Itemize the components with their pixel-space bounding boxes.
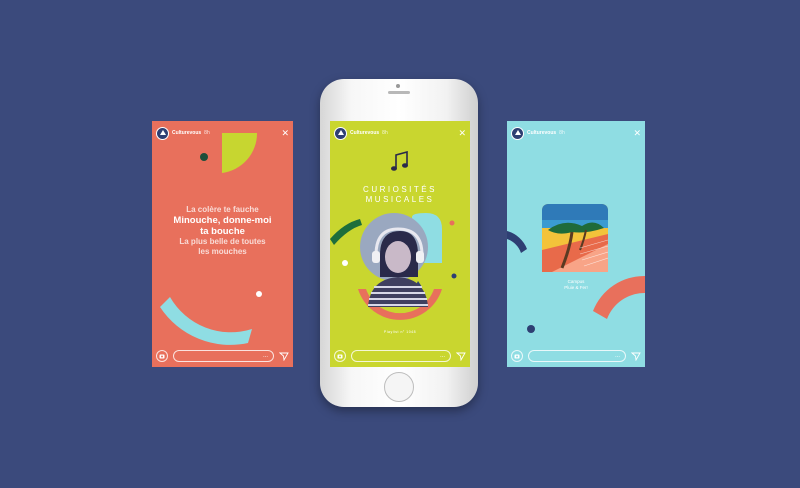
front-camera [396, 84, 400, 88]
post-time: 8h [204, 130, 210, 136]
story-header: Culturevous 8h ✕ [334, 126, 466, 140]
story-right: Culturevous 8h ✕ Campus Pluie & Fer! ... [507, 121, 645, 367]
album-caption: Campus Pluie & Fer! [507, 279, 645, 291]
message-input[interactable]: ... [528, 350, 626, 362]
poem-line: ta bouche [200, 226, 245, 237]
story-title: CURIOSITÉS MUSICALES [330, 185, 470, 205]
username[interactable]: Culturevous [172, 130, 201, 136]
story-header: Culturevous 8h ✕ [511, 126, 641, 140]
playlist-caption: Playlist n° 1048 [383, 330, 417, 334]
music-note-icon [391, 151, 408, 171]
story-header: Culturevous 8h ✕ [156, 126, 289, 140]
close-icon[interactable]: ✕ [458, 128, 466, 138]
username[interactable]: Culturevous [527, 130, 556, 136]
album-artist: Pluie & Fer! [564, 285, 588, 290]
reply-bar: ... [156, 350, 289, 362]
title-line: MUSICALES [365, 195, 435, 204]
post-time: 8h [382, 130, 388, 136]
speaker-grille [388, 91, 410, 94]
reply-bar: ... [334, 350, 466, 362]
avatar-logo-icon[interactable] [156, 126, 169, 140]
send-icon[interactable] [279, 351, 289, 361]
avatar-logo-icon[interactable] [511, 126, 524, 140]
reply-bar: ... [511, 350, 641, 362]
album-cover[interactable] [542, 204, 608, 272]
poem-line: Minouche, donne-moi [173, 215, 272, 226]
home-button[interactable] [384, 372, 414, 402]
camera-icon[interactable] [334, 350, 346, 362]
more-dots: ... [262, 353, 268, 359]
poem-line: La colère te fauche [186, 205, 259, 214]
title-line: CURIOSITÉS [363, 185, 437, 194]
more-dots: ... [614, 353, 620, 359]
send-icon[interactable] [456, 351, 466, 361]
close-icon[interactable]: ✕ [633, 128, 641, 138]
camera-icon[interactable] [511, 350, 523, 362]
close-icon[interactable]: ✕ [281, 128, 289, 138]
poem-line: La plus belle de toutes [179, 237, 266, 246]
message-input[interactable]: ... [173, 350, 274, 362]
more-dots: ... [439, 353, 445, 359]
post-time: 8h [559, 130, 565, 136]
person-with-headphones [368, 227, 428, 307]
poem-text: La colère te fauche Minouche, donne-moi … [152, 205, 293, 257]
story-left: Culturevous 8h ✕ La colère te fauche Min… [152, 121, 293, 367]
camera-icon[interactable] [156, 350, 168, 362]
username[interactable]: Culturevous [350, 130, 379, 136]
story-middle: Culturevous 8h ✕ CURIOSITÉS MUSICALES Pl… [330, 121, 470, 367]
avatar-logo-icon[interactable] [334, 126, 347, 140]
send-icon[interactable] [631, 351, 641, 361]
poem-line: les mouches [198, 247, 247, 256]
message-input[interactable]: ... [351, 350, 451, 362]
